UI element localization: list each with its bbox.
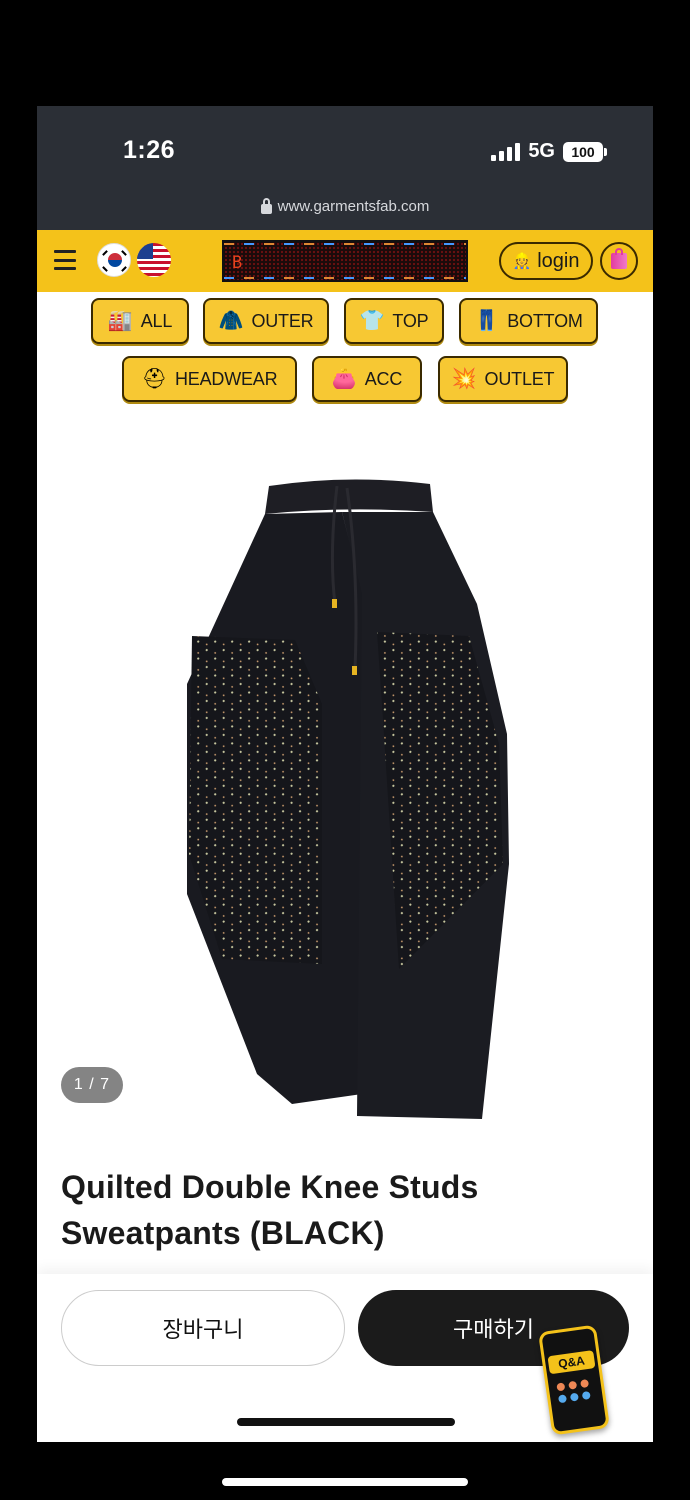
- factory-icon: 🏭: [107, 310, 133, 332]
- url-text: www.garmentsfab.com: [277, 198, 430, 215]
- us-flag-icon[interactable]: [137, 243, 171, 277]
- explosion-icon: 💥: [451, 368, 477, 390]
- status-time: 1:26: [123, 136, 176, 164]
- phone-screen: 1:26 5G 100 www.garmentsfab.com B 👷 logi…: [37, 106, 653, 1442]
- led-ticker: B: [222, 240, 468, 282]
- signal-icon: [491, 142, 521, 161]
- status-bar: 1:26 5G 100 www.garmentsfab.com: [37, 106, 653, 230]
- product-title-line1: Quilted Double Knee Studs: [61, 1169, 479, 1205]
- battery-icon: 100: [563, 141, 607, 162]
- helmet-icon: ⛑: [141, 368, 167, 390]
- category-outer[interactable]: 🧥 OUTER: [203, 298, 329, 344]
- menu-icon[interactable]: [54, 250, 76, 270]
- category-outlet[interactable]: 💥 OUTLET: [438, 356, 568, 402]
- product-title-line2: Sweatpants (BLACK): [61, 1215, 385, 1251]
- shirt-icon: 👕: [359, 310, 385, 332]
- category-label: TOP: [392, 310, 429, 331]
- login-icon: 👷: [512, 253, 532, 270]
- product-image: [187, 479, 509, 1119]
- korea-flag-icon[interactable]: [97, 243, 131, 277]
- category-top[interactable]: 👕 TOP: [344, 298, 444, 344]
- image-counter: 1 / 7: [61, 1067, 123, 1103]
- login-label: login: [537, 249, 580, 272]
- network-type: 5G: [528, 140, 555, 162]
- category-label: OUTLET: [484, 368, 555, 389]
- lock-icon: [260, 198, 272, 214]
- shopping-bag-button[interactable]: [600, 242, 638, 280]
- coat-icon: 🧥: [218, 310, 244, 332]
- purse-icon: 👛: [331, 368, 357, 390]
- category-all[interactable]: 🏭 ALL: [91, 298, 189, 344]
- address-bar[interactable]: www.garmentsfab.com: [37, 198, 653, 215]
- jeans-icon: 👖: [474, 310, 500, 332]
- category-nav: 🏭 ALL 🧥 OUTER 👕 TOP 👖 BOTTOM ⛑ HEADWEAR …: [37, 292, 653, 404]
- home-indicator: [237, 1418, 455, 1426]
- category-label: BOTTOM: [507, 310, 583, 331]
- outer-home-indicator: [222, 1478, 468, 1486]
- category-acc[interactable]: 👛 ACC: [312, 356, 422, 402]
- category-label: ALL: [140, 310, 173, 331]
- category-bottom[interactable]: 👖 BOTTOM: [459, 298, 598, 344]
- add-to-cart-button[interactable]: 장바구니: [61, 1290, 345, 1366]
- category-label: ACC: [364, 368, 403, 389]
- ticker-text: B: [232, 253, 243, 273]
- product-title: Quilted Double Knee Studs Sweatpants (BL…: [61, 1164, 621, 1256]
- category-label: OUTER: [251, 310, 314, 331]
- qa-icon: [556, 1378, 594, 1404]
- login-button[interactable]: 👷 login: [499, 242, 593, 280]
- site-header: B 👷 login: [37, 230, 653, 292]
- category-headwear[interactable]: ⛑ HEADWEAR: [122, 356, 297, 402]
- product-image-carousel[interactable]: 1 / 7: [37, 404, 653, 1139]
- shopping-bag-icon: [611, 248, 627, 269]
- category-label: HEADWEAR: [174, 368, 278, 389]
- qa-label: Q&A: [547, 1350, 596, 1375]
- status-indicators: 5G 100: [491, 140, 607, 163]
